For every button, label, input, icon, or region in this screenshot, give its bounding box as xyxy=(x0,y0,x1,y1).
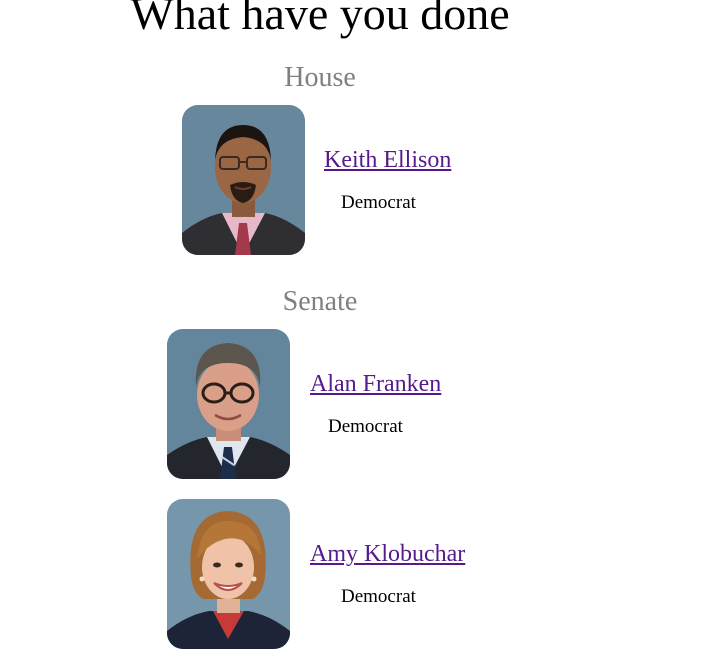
member-photo xyxy=(182,105,305,255)
member-name-link[interactable]: Alan Franken xyxy=(310,369,441,399)
page-title: What have you done xyxy=(130,0,510,39)
member-card-keith-ellison: Keith Ellison Democrat xyxy=(182,105,482,255)
section-title-senate: Senate xyxy=(282,286,358,317)
section-title-house: House xyxy=(284,62,356,93)
member-party: Democrat xyxy=(328,416,403,437)
member-photo xyxy=(167,329,290,479)
member-photo xyxy=(167,499,290,649)
member-party: Democrat xyxy=(341,586,416,607)
member-name-link[interactable]: Keith Ellison xyxy=(324,145,451,175)
member-card-alan-franken: Alan Franken Democrat xyxy=(167,329,467,479)
member-name-link[interactable]: Amy Klobuchar xyxy=(310,539,465,569)
member-card-amy-klobuchar: Amy Klobuchar Democrat xyxy=(167,499,487,649)
member-party: Democrat xyxy=(341,192,416,213)
